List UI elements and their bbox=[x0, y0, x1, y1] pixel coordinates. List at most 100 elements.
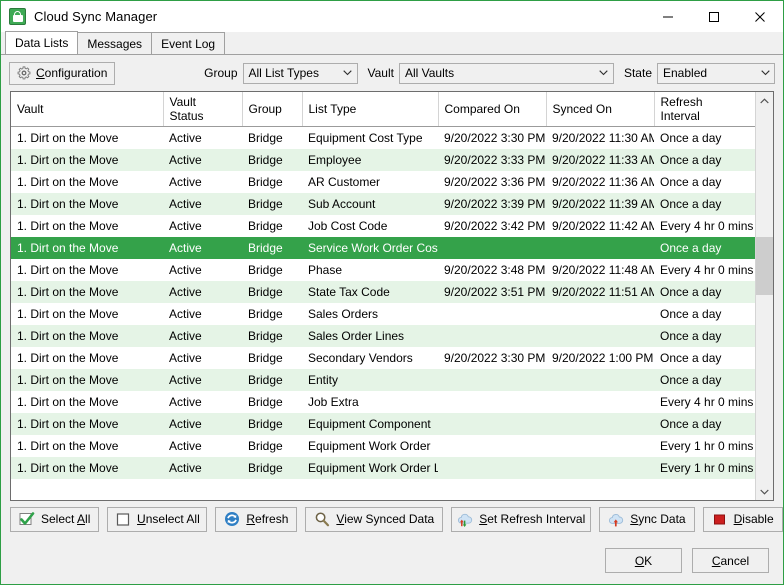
set-refresh-interval-button[interactable]: Set Refresh Interval bbox=[451, 506, 592, 532]
cell-list-type: Sales Order Lines bbox=[302, 324, 438, 347]
cell-synced-on: 9/20/2022 11:51 AM bbox=[546, 280, 654, 303]
disable-label: Disable bbox=[733, 512, 774, 527]
table-row[interactable]: 1. Dirt on the Move Active Bridge State Tax… bbox=[11, 280, 755, 303]
cell-group: Bridge bbox=[242, 390, 302, 413]
cell-list-type: Equipment Work Order bbox=[302, 434, 438, 457]
table-row[interactable]: 1. Dirt on the Move Active Bridge Equipment… bbox=[11, 126, 755, 149]
cancel-button[interactable]: Cancel bbox=[692, 548, 769, 574]
table-row[interactable]: 1. Dirt on the Move Active Bridge Equipment… bbox=[11, 412, 755, 435]
set-refresh-interval-label: Set Refresh Interval bbox=[479, 512, 586, 527]
cell-refresh-interval: Once a day bbox=[654, 412, 755, 435]
cell-vault: 1. Dirt on the Move bbox=[11, 456, 163, 479]
column-header-synced-on-label: Synced On bbox=[552, 102, 612, 116]
cell-vault: 1. Dirt on the Move bbox=[11, 148, 163, 171]
column-header-group[interactable]: Group bbox=[242, 92, 303, 127]
cell-vault: 1. Dirt on the Move bbox=[11, 236, 163, 259]
column-header-vault-status[interactable]: Vault Status bbox=[163, 92, 243, 127]
table-row[interactable]: 1. Dirt on the Move Active Bridge Job Cost … bbox=[11, 214, 755, 237]
cell-synced-on bbox=[546, 412, 654, 435]
column-header-vault[interactable]: Vault bbox=[11, 92, 164, 127]
cell-vault-status: Active bbox=[163, 192, 242, 215]
cell-vault: 1. Dirt on the Move bbox=[11, 170, 163, 193]
chevron-down-icon bbox=[595, 70, 613, 76]
cell-vault: 1. Dirt on the Move bbox=[11, 412, 163, 435]
maximize-icon[interactable] bbox=[691, 1, 737, 32]
table-row[interactable]: 1. Dirt on the Move Active Bridge Sub Accou… bbox=[11, 192, 755, 215]
cell-compared-on bbox=[438, 456, 546, 479]
cell-group: Bridge bbox=[242, 280, 302, 303]
column-header-refresh-interval[interactable]: Refresh Interval bbox=[654, 92, 755, 127]
ok-button[interactable]: OK bbox=[605, 548, 682, 574]
scrollbar-thumb[interactable] bbox=[756, 237, 773, 295]
cell-vault-status: Active bbox=[163, 302, 242, 325]
column-header-compared-on[interactable]: Compared On bbox=[438, 92, 547, 127]
table-row[interactable]: 1. Dirt on the Move Active Bridge Equipment… bbox=[11, 456, 755, 479]
view-synced-data-button[interactable]: View Synced Data bbox=[305, 506, 444, 532]
cell-refresh-interval: Every 4 hr 0 mins bbox=[654, 390, 755, 413]
cloud-upload-icon bbox=[609, 514, 624, 527]
cell-compared-on: 9/20/2022 3:36 PM bbox=[438, 170, 546, 193]
minimize-icon[interactable] bbox=[645, 1, 691, 32]
cell-synced-on: 9/20/2022 11:36 AM bbox=[546, 170, 654, 193]
cell-vault: 1. Dirt on the Move bbox=[11, 214, 163, 237]
cell-synced-on bbox=[546, 236, 654, 259]
cell-list-type: Secondary Vendors bbox=[302, 346, 438, 369]
cell-compared-on: 9/20/2022 3:30 PM bbox=[438, 126, 546, 149]
unselect-all-button[interactable]: Unselect All bbox=[107, 506, 208, 532]
table-row[interactable]: 1. Dirt on the Move Active Bridge Service W… bbox=[11, 236, 755, 259]
view-synced-data-label: View Synced Data bbox=[336, 512, 435, 527]
sync-data-button[interactable]: Sync Data bbox=[599, 506, 695, 532]
column-header-list-type[interactable]: List Type bbox=[302, 92, 439, 127]
scrollbar-track[interactable] bbox=[756, 109, 773, 484]
refresh-button[interactable]: Refresh bbox=[215, 506, 298, 532]
vault-filter-select[interactable]: All Vaults bbox=[398, 62, 614, 84]
stop-square-icon bbox=[713, 514, 725, 525]
table-row[interactable]: 1. Dirt on the Move Active Bridge Entity Onc… bbox=[11, 368, 755, 391]
table-row[interactable]: 1. Dirt on the Move Active Bridge Sales Ord… bbox=[11, 324, 755, 347]
tab-event-log[interactable]: Event Log bbox=[151, 32, 226, 54]
title-bar: Cloud Sync Manager bbox=[1, 1, 783, 32]
state-filter-select[interactable]: Enabled bbox=[657, 62, 775, 84]
cell-refresh-interval: Every 1 hr 0 mins bbox=[654, 456, 755, 479]
scroll-down-button[interactable] bbox=[756, 483, 773, 501]
tab-messages[interactable]: Messages bbox=[77, 32, 153, 54]
state-filter-value: Enabled bbox=[663, 66, 708, 80]
table-row[interactable]: 1. Dirt on the Move Active Bridge Job Extra… bbox=[11, 390, 755, 413]
cell-vault-status: Active bbox=[163, 258, 242, 281]
table-row[interactable]: 1. Dirt on the Move Active Bridge AR Custom… bbox=[11, 170, 755, 193]
empty-checkbox-icon bbox=[116, 513, 130, 526]
cell-compared-on bbox=[438, 412, 546, 435]
group-filter-select[interactable]: All List Types bbox=[242, 62, 358, 84]
select-all-label: Select All bbox=[41, 512, 91, 527]
table-header: Vault Vault Status Group List Type Compa… bbox=[11, 92, 755, 127]
tab-messages-label: Messages bbox=[87, 36, 143, 51]
table-row[interactable]: 1. Dirt on the Move Active Bridge Employee 9… bbox=[11, 148, 755, 171]
close-icon[interactable] bbox=[737, 1, 783, 32]
sync-data-label: Sync Data bbox=[630, 512, 686, 527]
cell-group: Bridge bbox=[242, 192, 302, 215]
table-row[interactable]: 1. Dirt on the Move Active Bridge Equipment… bbox=[11, 434, 755, 457]
table-row[interactable]: 1. Dirt on the Move Active Bridge Sales Ord… bbox=[11, 302, 755, 325]
cell-refresh-interval: Once a day bbox=[654, 148, 755, 171]
cell-vault: 1. Dirt on the Move bbox=[11, 302, 163, 325]
column-header-synced-on[interactable]: Synced On bbox=[546, 92, 655, 127]
cell-vault: 1. Dirt on the Move bbox=[11, 258, 163, 281]
cell-refresh-interval: Once a day bbox=[654, 280, 755, 303]
cell-group: Bridge bbox=[242, 236, 302, 259]
table-row[interactable]: 1. Dirt on the Move Active Bridge Phase 9/20… bbox=[11, 258, 755, 281]
table-row[interactable]: 1. Dirt on the Move Active Bridge Secondary… bbox=[11, 346, 755, 369]
configuration-button[interactable]: Configuration bbox=[9, 61, 116, 85]
cell-list-type: AR Customer bbox=[302, 170, 438, 193]
cell-vault: 1. Dirt on the Move bbox=[11, 126, 163, 149]
select-all-button[interactable]: Select All bbox=[10, 506, 100, 532]
disable-button[interactable]: Disable bbox=[702, 506, 783, 532]
column-header-compared-on-label: Compared On bbox=[444, 102, 520, 116]
grid-vertical-scrollbar[interactable] bbox=[755, 92, 773, 501]
tab-data-lists[interactable]: Data Lists bbox=[5, 31, 79, 54]
cell-group: Bridge bbox=[242, 346, 302, 369]
cell-group: Bridge bbox=[242, 302, 302, 325]
scroll-up-button[interactable] bbox=[756, 92, 773, 109]
cell-compared-on bbox=[438, 302, 546, 325]
cell-group: Bridge bbox=[242, 148, 302, 171]
cell-compared-on: 9/20/2022 3:48 PM bbox=[438, 258, 546, 281]
